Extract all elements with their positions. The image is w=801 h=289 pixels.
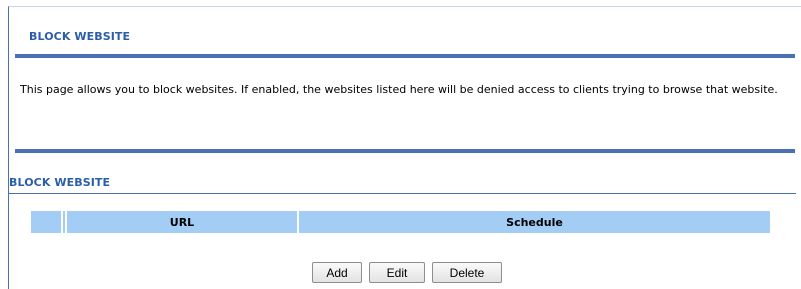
section-title-block-website: BLOCK WEBSITE [29,30,131,43]
section-divider [15,54,795,58]
url-column-header: URL [67,211,299,233]
select-column-header [31,211,63,233]
list-title-block-website: BLOCK WEBSITE [9,176,111,189]
add-button[interactable]: Add [312,262,362,283]
table-header-row: URL Schedule [31,211,770,233]
section-divider [15,149,795,153]
schedule-column-header: Schedule [299,211,770,233]
delete-button[interactable]: Delete [432,262,502,283]
list-title-underline [8,193,796,194]
page-description: This page allows you to block websites. … [20,83,778,96]
block-website-panel [8,6,801,289]
blocked-websites-table: URL Schedule [31,211,770,233]
edit-button[interactable]: Edit [369,262,425,283]
